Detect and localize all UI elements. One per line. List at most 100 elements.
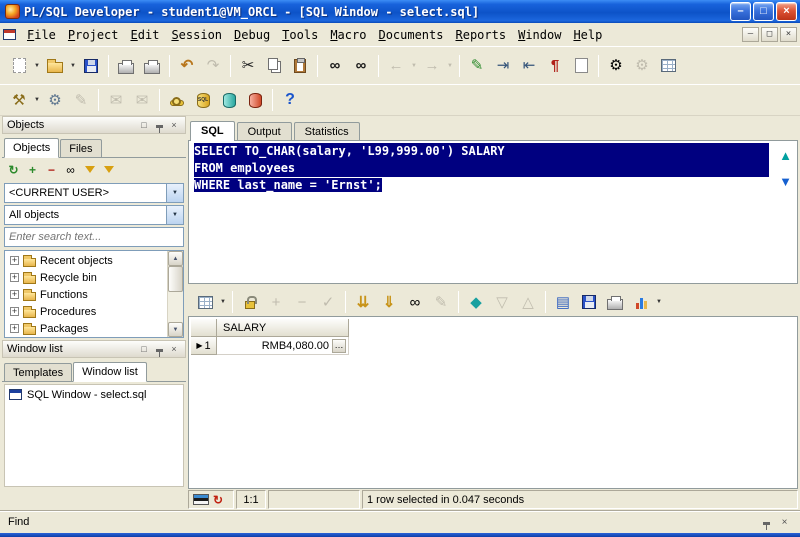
test-window-icon[interactable]	[217, 88, 241, 112]
sort-icon[interactable]: ◆	[464, 290, 488, 314]
window-list-item[interactable]: SQL Window - select.sql	[5, 385, 183, 404]
child-close-button[interactable]: ×	[780, 27, 797, 42]
customize-icon[interactable]: ⚙	[630, 54, 654, 78]
menu-session[interactable]: Session	[165, 26, 228, 44]
forward-icon[interactable]: →	[420, 54, 444, 78]
back-dropdown-icon[interactable]: ▼	[409, 54, 419, 78]
wrench-dropdown-icon[interactable]: ▼	[32, 88, 42, 112]
menu-window[interactable]: Window	[512, 26, 567, 44]
find-object-icon[interactable]: ∞	[61, 161, 80, 180]
object-filter-dropdown-icon[interactable]: ▼	[166, 206, 183, 224]
child-minimize-button[interactable]: –	[742, 27, 759, 42]
expand-icon[interactable]: +	[10, 290, 19, 299]
window-list-icon[interactable]	[656, 54, 680, 78]
chart-icon[interactable]	[629, 290, 653, 314]
object-filter-select[interactable]: All objects ▼	[4, 205, 184, 225]
find-results-icon[interactable]: ∞	[403, 290, 427, 314]
export-icon[interactable]	[577, 290, 601, 314]
find-next-icon[interactable]: ∞	[349, 54, 373, 78]
insert-row-icon[interactable]: +	[264, 290, 288, 314]
tree-item-recent-objects[interactable]: + Recent objects	[6, 252, 166, 269]
scroll-up-icon[interactable]: ▲	[168, 251, 183, 266]
tab-output[interactable]: Output	[236, 122, 292, 140]
expand-icon[interactable]: +	[10, 307, 19, 316]
status-refresh-icon[interactable]: ↻	[213, 493, 223, 507]
tree-item-recycle-bin[interactable]: + Recycle bin	[6, 269, 166, 286]
expand-icon[interactable]: +	[10, 273, 19, 282]
fetch-next-icon[interactable]: ⇊	[351, 290, 375, 314]
add-object-icon[interactable]: +	[23, 161, 42, 180]
menu-debug[interactable]: Debug	[228, 26, 276, 44]
user-filter-dropdown-icon[interactable]: ▼	[166, 184, 183, 202]
save-icon[interactable]	[79, 54, 103, 78]
close-button[interactable]: ×	[776, 2, 797, 21]
wrench-icon[interactable]: ⚒	[7, 88, 31, 112]
new-dropdown-icon[interactable]: ▼	[32, 54, 42, 78]
menu-documents[interactable]: Documents	[372, 26, 449, 44]
scroll-down-icon[interactable]: ▼	[168, 322, 183, 337]
objects-restore-icon[interactable]: □	[137, 119, 151, 132]
help-icon[interactable]: ?	[278, 88, 302, 112]
editor-up-icon[interactable]: ▲	[779, 149, 792, 162]
tab-statistics[interactable]: Statistics	[293, 122, 360, 140]
scrollbar-thumb[interactable]	[168, 266, 183, 292]
grid-mode-icon[interactable]	[193, 290, 217, 314]
redo-icon[interactable]: ↷	[201, 54, 225, 78]
tab-window-list[interactable]: Window list	[73, 362, 147, 382]
filter-clear-icon[interactable]	[99, 161, 118, 180]
grid-mode-dropdown-icon[interactable]: ▼	[218, 290, 228, 314]
minimize-button[interactable]: –	[730, 2, 751, 21]
paste-icon[interactable]	[288, 54, 312, 78]
special-copy-icon[interactable]	[569, 54, 593, 78]
menu-project[interactable]: Project	[62, 26, 125, 44]
row-selector-cell[interactable]: ▶ 1	[191, 337, 217, 355]
lock-icon[interactable]	[238, 290, 262, 314]
mail-icon[interactable]: ✉	[104, 88, 128, 112]
gear-icon[interactable]: ⚙	[43, 88, 67, 112]
post-changes-icon[interactable]: ✓	[316, 290, 340, 314]
cell-ellipsis-button[interactable]: …	[332, 338, 346, 353]
grid-column-header-salary[interactable]: SALARY	[217, 319, 349, 337]
expand-icon[interactable]: +	[10, 256, 19, 265]
mail-attach-icon[interactable]: ✉	[130, 88, 154, 112]
refresh-icon[interactable]: ↻	[4, 161, 23, 180]
edit-data-icon[interactable]: ✎	[465, 54, 489, 78]
new-icon[interactable]	[7, 54, 31, 78]
menu-file[interactable]: File	[21, 26, 62, 44]
remove-object-icon[interactable]: −	[42, 161, 61, 180]
edit-cell-icon[interactable]: ✎	[429, 290, 453, 314]
indent-icon[interactable]: ⇥	[491, 54, 515, 78]
tab-sql[interactable]: SQL	[190, 121, 235, 141]
salary-cell[interactable]: RMB4,080.00 …	[217, 337, 349, 355]
find-pin-icon[interactable]	[759, 515, 774, 530]
tab-objects[interactable]: Objects	[4, 138, 60, 158]
window-list-pin-icon[interactable]	[152, 343, 166, 357]
single-record-icon[interactable]: ▤	[551, 290, 575, 314]
menu-reports[interactable]: Reports	[449, 26, 512, 44]
user-filter-select[interactable]: <CURRENT USER> ▼	[4, 183, 184, 203]
tree-item-procedures[interactable]: + Procedures	[6, 303, 166, 320]
tree-item-functions[interactable]: + Functions	[6, 286, 166, 303]
print-preview-icon[interactable]	[140, 54, 164, 78]
forward-dropdown-icon[interactable]: ▼	[445, 54, 455, 78]
connect-icon[interactable]	[165, 88, 189, 112]
open-icon[interactable]	[43, 54, 67, 78]
tab-files[interactable]: Files	[60, 139, 102, 157]
print-icon[interactable]	[114, 54, 138, 78]
object-search-input[interactable]	[5, 228, 183, 246]
window-list-close-icon[interactable]: ×	[167, 343, 181, 356]
copy-icon[interactable]	[262, 54, 286, 78]
unindent-icon[interactable]: ⇤	[517, 54, 541, 78]
menu-tools[interactable]: Tools	[276, 26, 324, 44]
back-icon[interactable]: ←	[384, 54, 408, 78]
tree-scrollbar[interactable]: ▲ ▼	[167, 251, 183, 337]
expand-icon[interactable]: +	[10, 324, 19, 333]
cut-icon[interactable]: ✂	[236, 54, 260, 78]
sql-editor[interactable]: SELECT TO_CHAR(salary, 'L99,999.00') SAL…	[188, 140, 798, 284]
menu-macro[interactable]: Macro	[324, 26, 372, 44]
objects-close-icon[interactable]: ×	[167, 119, 181, 132]
objects-pin-icon[interactable]	[152, 119, 166, 133]
undo-icon[interactable]: ↶	[175, 54, 199, 78]
find-icon[interactable]: ∞	[323, 54, 347, 78]
editor-down-icon[interactable]: ▼	[779, 175, 792, 188]
